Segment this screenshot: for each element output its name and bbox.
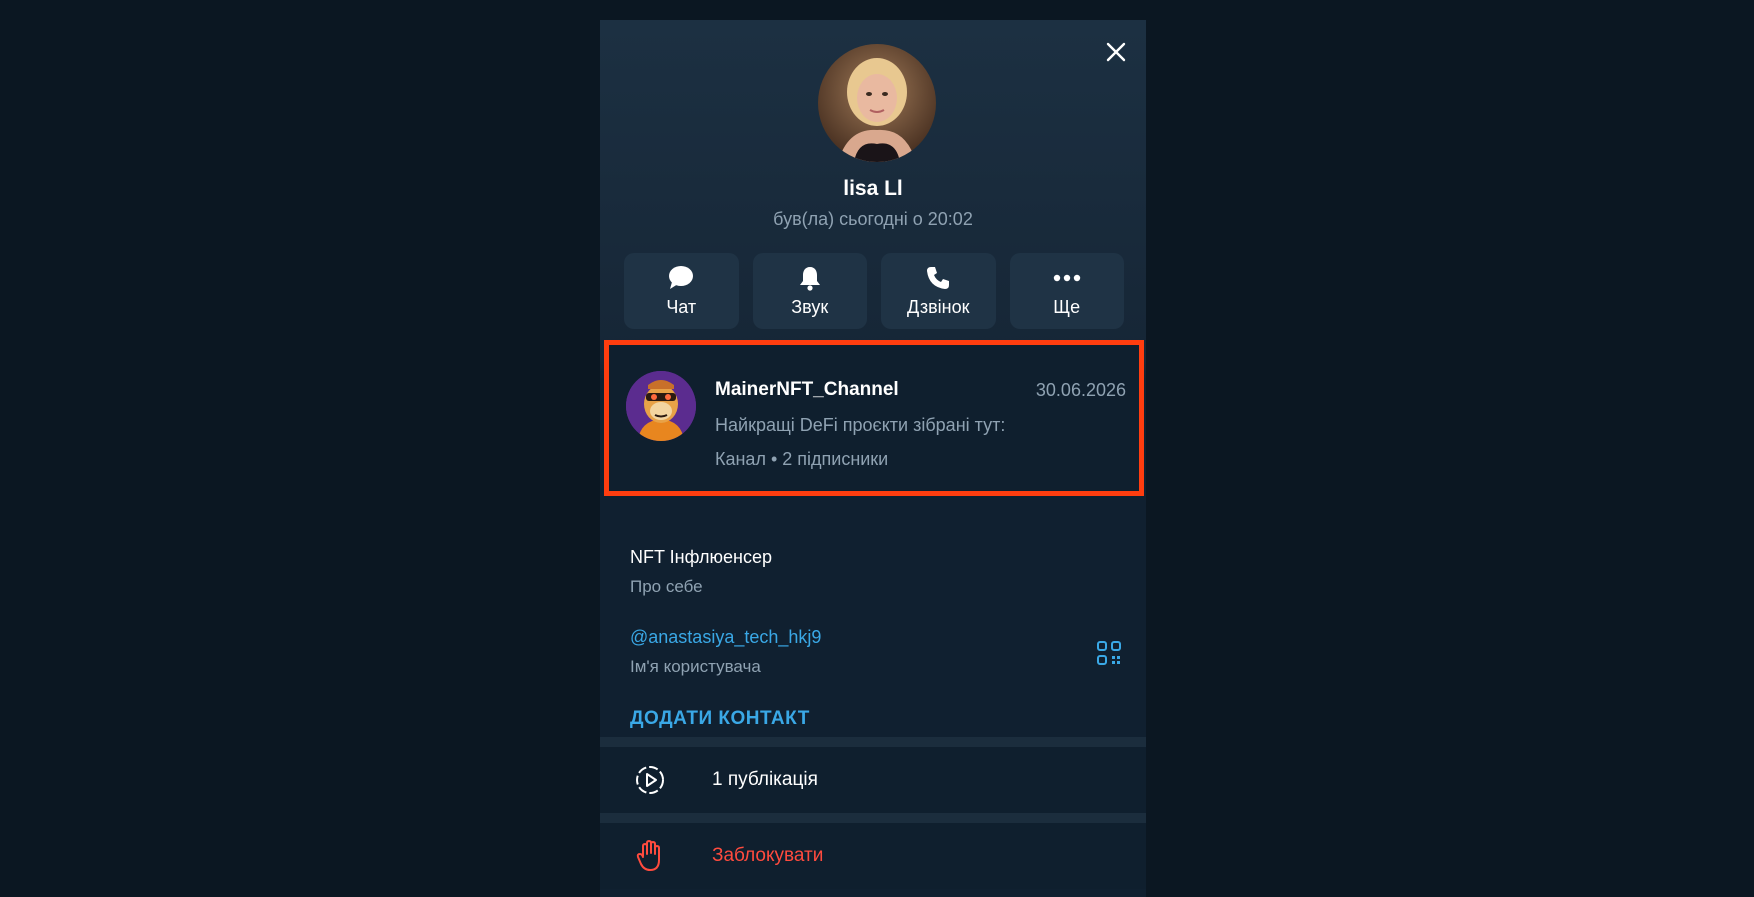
close-icon: [1106, 42, 1126, 62]
block-row[interactable]: Заблокувати: [600, 823, 1146, 889]
profile-avatar[interactable]: [818, 44, 936, 162]
chat-bubble-icon: [669, 265, 694, 289]
sound-button-label: Звук: [791, 296, 829, 317]
profile-name: lisa Ll: [843, 177, 903, 200]
more-button-label: Ще: [1053, 296, 1081, 317]
bell-icon: [799, 266, 820, 291]
section-divider: [600, 813, 1146, 823]
more-button[interactable]: Ще: [1009, 253, 1124, 329]
profile-status: був(ла) сьогодні о 20:02: [773, 209, 973, 229]
more-dots-icon: [1053, 274, 1080, 281]
call-button-label: Дзвінок: [907, 296, 970, 317]
channel-name: MainerNFT_Channel: [715, 379, 899, 400]
channel-meta: Канал • 2 підписники: [715, 449, 889, 469]
chat-button-label: Чат: [666, 296, 697, 317]
publications-label: 1 публікація: [712, 769, 818, 790]
profile-info: NFT Інфлюенсер Про себе @anastasiya_tech…: [600, 500, 1146, 757]
qr-code-button[interactable]: [1096, 640, 1122, 666]
close-button[interactable]: [1100, 36, 1132, 68]
hand-block-icon: [636, 840, 660, 871]
username-link[interactable]: @anastasiya_tech_hkj9: [630, 627, 821, 648]
qr-code-icon: [1097, 641, 1121, 665]
channel-description: Найкращі DeFi проєкти зібрані тут:: [715, 415, 1006, 435]
linked-channel-card[interactable]: MainerNFT_Channel 30.06.2026 Найкращі De…: [604, 340, 1144, 496]
bio-value: NFT Інфлюенсер: [630, 547, 772, 567]
username-label: Ім'я користувача: [630, 657, 761, 676]
stories-play-icon: [636, 766, 664, 794]
add-contact-button[interactable]: ДОДАТИ КОНТАКТ: [630, 708, 810, 730]
channel-date: 30.06.2026: [1035, 380, 1126, 400]
action-buttons: Чат Звук Дзвінок Ще: [624, 253, 1124, 329]
sound-button[interactable]: Звук: [752, 253, 867, 329]
bio-label: Про себе: [630, 577, 703, 596]
chat-button[interactable]: Чат: [624, 253, 739, 329]
publications-row[interactable]: 1 публікація: [600, 747, 1146, 813]
section-divider: [600, 737, 1146, 747]
phone-icon: [927, 266, 950, 289]
profile-panel: lisa Ll був(ла) сьогодні о 20:02 Чат Зву…: [600, 20, 1146, 897]
block-label: Заблокувати: [712, 845, 824, 866]
channel-avatar: [626, 371, 696, 441]
call-button[interactable]: Дзвінок: [881, 253, 996, 329]
